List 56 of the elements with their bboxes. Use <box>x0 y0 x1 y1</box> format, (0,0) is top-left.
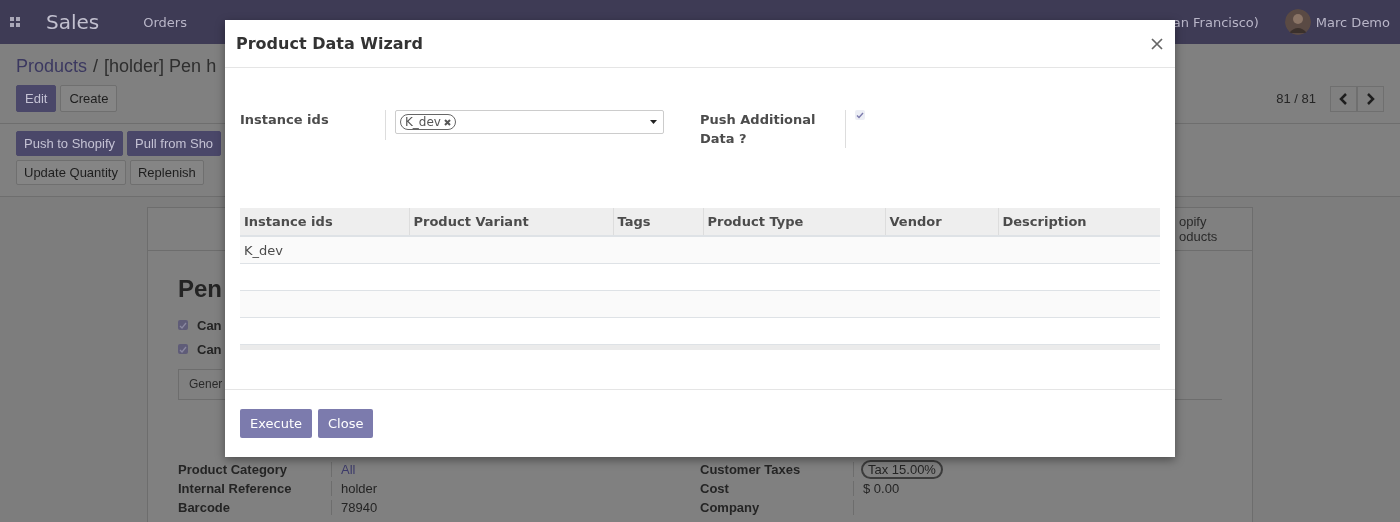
previous-icon[interactable] <box>1330 85 1357 112</box>
dialog-button[interactable]: Close <box>318 409 374 438</box>
check-icon <box>179 321 187 329</box>
column-header[interactable]: Description <box>998 208 1160 236</box>
user-menu[interactable]: Marc Demo <box>1315 14 1390 30</box>
field-value: holder <box>341 481 378 496</box>
field-label: Push Additional Data ? <box>700 110 846 148</box>
breadcrumb-separator: / <box>93 55 99 77</box>
field-link[interactable]: All <box>341 462 356 477</box>
caret-icon <box>650 120 657 124</box>
column-header[interactable]: Tags <box>613 208 703 236</box>
field-label: Cost <box>700 481 854 496</box>
checkbox[interactable] <box>178 344 188 354</box>
breadcrumb-link[interactable]: Products <box>16 55 88 77</box>
field-value: $ 0.00 <box>863 481 900 496</box>
field-label: Barcode <box>178 500 332 515</box>
checkbox[interactable] <box>178 320 188 330</box>
avatar-icon <box>1284 9 1311 35</box>
column-header[interactable]: Vendor <box>885 208 998 236</box>
header-button[interactable]: Replenish <box>129 160 204 185</box>
action-button[interactable]: Create <box>60 85 118 112</box>
header-button[interactable]: Update Quantity <box>16 160 126 185</box>
check-icon <box>856 111 864 119</box>
next-icon[interactable] <box>1357 85 1384 112</box>
field-label: Product Category <box>178 462 332 477</box>
menu-item[interactable]: Orders <box>143 14 187 30</box>
instance-select[interactable]: K_dev <box>395 110 664 134</box>
header-button[interactable]: Pull from Sho <box>127 131 222 156</box>
field-label: Internal Reference <box>178 481 332 496</box>
header-button[interactable]: Push to Shopify <box>16 131 124 156</box>
checkbox-label: Can <box>197 317 222 333</box>
dialog-title: Product Data Wizard <box>236 34 423 53</box>
tax-tag: Tax 15.00% <box>861 460 943 479</box>
smart-button[interactable]: opify oducts <box>1176 208 1252 250</box>
column-header[interactable]: Product Variant <box>409 208 613 236</box>
product-title: Pen <box>178 275 222 303</box>
tag-label: K_dev <box>405 115 441 129</box>
remove-icon <box>444 118 451 126</box>
tab[interactable]: Gener <box>178 369 223 399</box>
field-label: Customer Taxes <box>700 462 854 477</box>
close-icon[interactable] <box>1151 37 1163 50</box>
field-value: 78940 <box>341 500 378 515</box>
table-cell: K_dev <box>240 236 409 264</box>
breadcrumb-current: [holder] Pen h <box>104 55 217 77</box>
column-header[interactable]: Product Type <box>703 208 885 236</box>
field-label: Instance ids <box>240 110 386 140</box>
pager-counter: 81 / 81 <box>1276 91 1316 106</box>
check-icon <box>179 345 187 353</box>
checkbox[interactable] <box>855 110 865 120</box>
action-button[interactable]: Edit <box>16 85 57 112</box>
checkbox-label: Can <box>197 341 222 357</box>
column-header[interactable]: Instance ids <box>240 208 409 236</box>
app-name: Sales <box>46 10 100 34</box>
dialog-button[interactable]: Execute <box>240 409 312 438</box>
apps-menu-icon[interactable] <box>10 17 20 27</box>
field-label: Company <box>700 500 854 515</box>
